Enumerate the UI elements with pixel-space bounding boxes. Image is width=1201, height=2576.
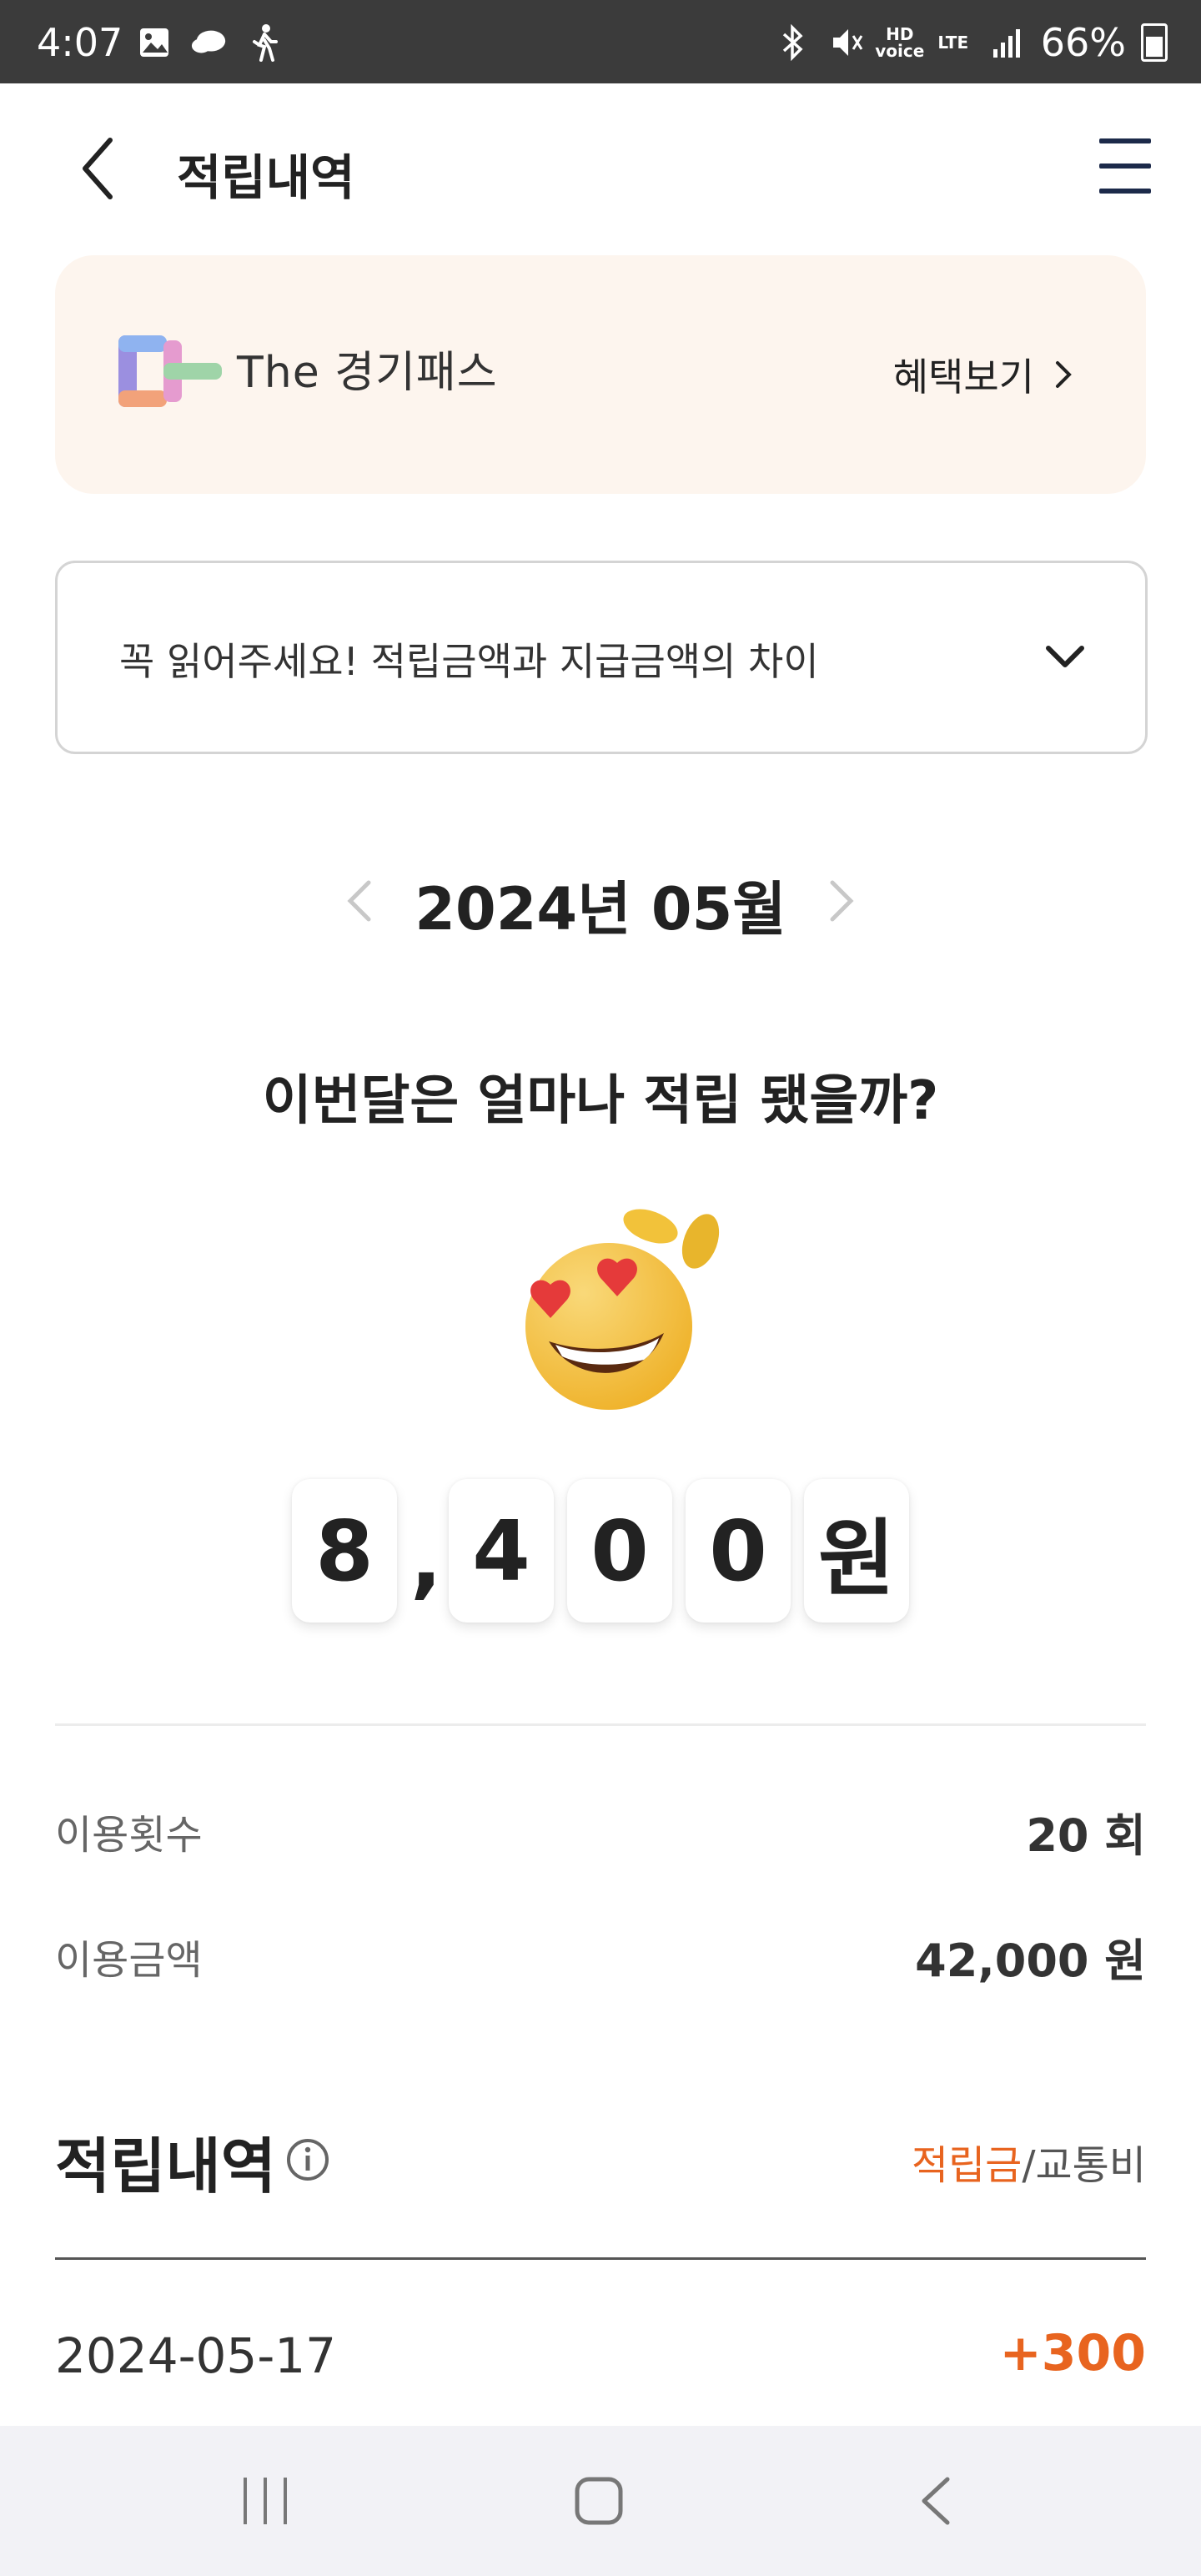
back-icon — [922, 2477, 950, 2525]
walking-icon — [245, 23, 284, 62]
banner-brand: The 경기패스 — [237, 348, 498, 398]
status-bar: 4:07 HD voice LTE 66% — [0, 0, 1201, 83]
filter-accumulated[interactable]: 적립금 — [912, 2142, 1022, 2189]
filter-separator: / — [1022, 2142, 1036, 2189]
recent-apps-icon — [244, 2478, 287, 2524]
next-month-button[interactable] — [822, 878, 859, 924]
amount-currency: 원 — [804, 1479, 909, 1623]
gyeonggi-pass-banner[interactable]: The 경기패스 혜택보기 — [55, 255, 1146, 494]
usage-amount-row: 이용금액 42,000 원 — [55, 1919, 1146, 1987]
recent-apps-button[interactable] — [240, 2474, 290, 2528]
signal-icon — [987, 23, 1026, 62]
hamburger-icon — [1099, 138, 1151, 143]
notice-text: 꼭 읽어주세요! 적립금액과 지급금액의 차이 — [119, 639, 819, 684]
system-nav-bar — [0, 2426, 1201, 2576]
amount-separator: , — [410, 1510, 442, 1608]
usage-amount-value: 42,000 원 — [915, 1935, 1146, 1987]
divider — [55, 1723, 1146, 1726]
app-header: 적립내역 — [0, 83, 1201, 250]
month-label: 2024년 05월 — [415, 875, 786, 943]
benefit-label: 혜택보기 — [892, 355, 1034, 400]
summary-question: 이번달은 얼마나 적립 됐을까? — [262, 1070, 939, 1132]
back-button[interactable] — [73, 135, 132, 202]
chevron-down-icon — [1043, 635, 1087, 678]
battery-percent: 66% — [1040, 20, 1126, 65]
bluetooth-icon — [774, 23, 812, 62]
section-divider — [55, 2257, 1146, 2260]
history-title: 적립내역 — [55, 2131, 276, 2201]
cloud-icon — [190, 23, 229, 62]
heart-eyes-emoji-icon — [500, 1193, 734, 1426]
usage-count-row: 이용횟수 20 회 — [55, 1794, 1146, 1862]
status-time: 4:07 — [37, 20, 123, 65]
history-filter: 적립금/교통비 — [912, 2132, 1146, 2191]
amount-digit: 4 — [449, 1479, 554, 1623]
home-button[interactable] — [572, 2473, 626, 2529]
chevron-left-icon — [83, 138, 113, 199]
benefit-button[interactable]: 혜택보기 — [893, 347, 1074, 402]
usage-count-label: 이용횟수 — [55, 1812, 203, 1859]
lte-icon: LTE — [937, 33, 969, 53]
nav-back-button[interactable] — [917, 2474, 954, 2528]
menu-button[interactable] — [1099, 138, 1151, 200]
chevron-right-icon — [1056, 361, 1072, 388]
chevron-right-icon — [830, 880, 854, 922]
home-icon — [575, 2477, 623, 2525]
hd-voice-icon: HD voice — [875, 24, 925, 61]
amount-digit: 0 — [686, 1479, 791, 1623]
filter-fare[interactable]: 교통비 — [1036, 2142, 1146, 2189]
page-title: 적립내역 — [177, 149, 355, 206]
amount-digit: 0 — [567, 1479, 672, 1623]
usage-amount-label: 이용금액 — [55, 1937, 203, 1984]
history-item-date: 2024-05-17 — [55, 2327, 337, 2384]
info-icon[interactable] — [285, 2137, 330, 2182]
gallery-icon — [135, 23, 173, 62]
mute-icon — [827, 23, 866, 62]
gyeonggi-pass-logo — [118, 335, 222, 407]
battery-icon — [1141, 23, 1168, 62]
month-selector: 2024년 05월 — [0, 859, 1201, 943]
accumulated-amount: 8 , 4 0 0 원 — [292, 1478, 922, 1623]
amount-digit: 8 — [292, 1479, 397, 1623]
history-item-amount: +300 — [999, 2324, 1146, 2382]
usage-count-value: 20 회 — [1026, 1809, 1146, 1862]
notice-accordion[interactable]: 꼭 읽어주세요! 적립금액과 지급금액의 차이 — [55, 561, 1148, 754]
